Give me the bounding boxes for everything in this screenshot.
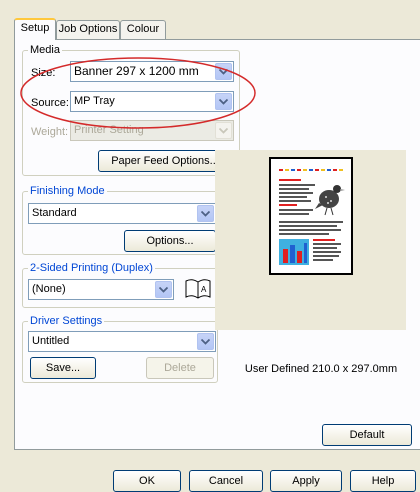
highlight-ellipse: [20, 57, 256, 129]
duplex-value: (None): [32, 283, 66, 295]
preview-page-image: [279, 169, 345, 265]
paper-feed-options-button[interactable]: Paper Feed Options...: [98, 150, 232, 172]
driver-settings-value: Untitled: [32, 335, 70, 347]
delete-button: Delete: [146, 357, 214, 379]
page-preview-thumbnail: [269, 157, 353, 275]
chevron-down-icon[interactable]: [197, 333, 214, 350]
duplex-dropdown[interactable]: (None): [28, 279, 174, 300]
finishing-mode-legend: Finishing Mode: [28, 185, 107, 197]
preview-caption: User Defined 210.0 x 297.0mm: [244, 363, 398, 375]
tab-setup[interactable]: Setup: [14, 18, 56, 40]
tab-job-options[interactable]: Job Options: [56, 20, 120, 39]
chevron-down-icon[interactable]: [155, 281, 172, 298]
driver-settings-legend: Driver Settings: [28, 315, 105, 327]
chevron-down-icon[interactable]: [197, 205, 214, 222]
default-button[interactable]: Default: [322, 424, 412, 446]
finishing-mode-value: Standard: [32, 207, 77, 219]
tab-colour[interactable]: Colour: [120, 20, 166, 39]
book-duplex-icon: A: [185, 279, 211, 299]
finishing-options-button[interactable]: Options...: [124, 230, 216, 252]
svg-text:A: A: [201, 285, 207, 294]
driver-settings-dropdown[interactable]: Untitled: [28, 331, 216, 352]
finishing-mode-dropdown[interactable]: Standard: [28, 203, 216, 224]
duplex-legend: 2-Sided Printing (Duplex): [28, 262, 155, 274]
save-button[interactable]: Save...: [30, 357, 96, 379]
